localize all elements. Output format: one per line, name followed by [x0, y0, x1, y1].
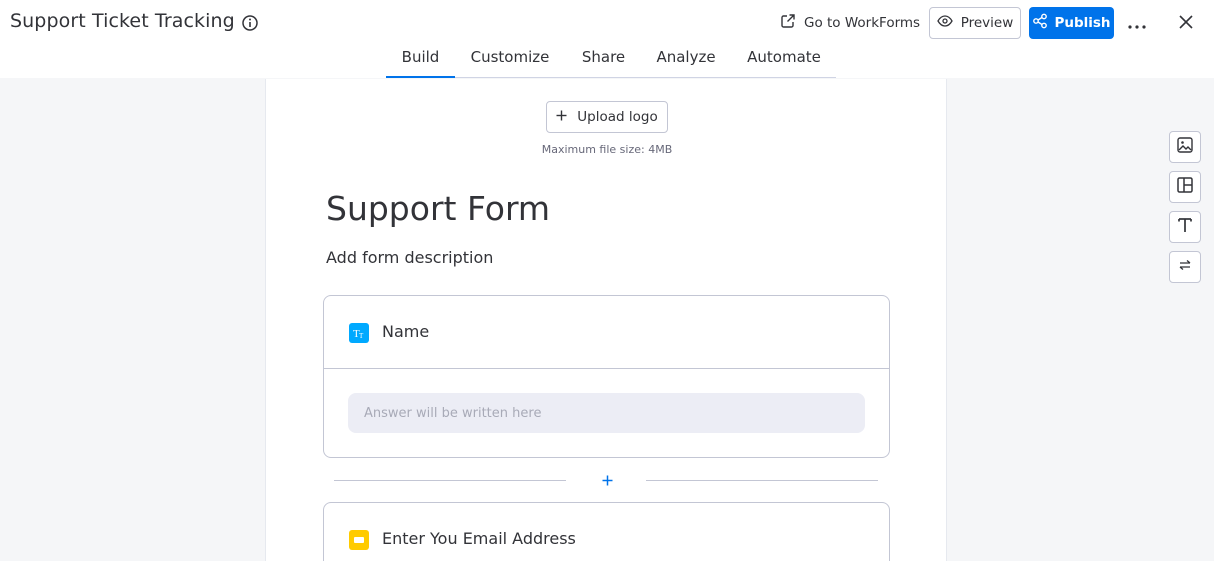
share-nodes-icon — [1032, 13, 1048, 33]
tab-customize[interactable]: Customize — [464, 44, 556, 78]
email-icon — [349, 530, 369, 550]
answer-input[interactable] — [348, 393, 865, 433]
plus-icon — [556, 109, 567, 125]
tab-automate[interactable]: Automate — [742, 44, 826, 78]
divider-left — [334, 480, 566, 481]
layout-tool[interactable] — [1169, 171, 1201, 203]
publish-label: Publish — [1054, 15, 1111, 31]
question-card-email[interactable]: Enter You Email Address — [323, 502, 890, 561]
question-card-name[interactable]: T T Name — [323, 295, 890, 458]
close-icon — [1179, 14, 1193, 33]
more-icon — [1128, 14, 1146, 33]
upload-logo-label: Upload logo — [577, 109, 658, 125]
swap-tool[interactable] — [1169, 251, 1201, 283]
image-icon — [1176, 136, 1194, 158]
form-description[interactable]: Add form description — [326, 248, 493, 267]
tab-share[interactable]: Share — [571, 44, 636, 78]
eye-icon — [936, 15, 953, 31]
go-to-workforms-label: Go to WorkForms — [804, 15, 921, 31]
tab-analyze[interactable]: Analyze — [651, 44, 721, 78]
more-options-button[interactable] — [1126, 12, 1148, 34]
question-header: Enter You Email Address — [324, 503, 889, 561]
layout-icon — [1176, 176, 1194, 198]
close-button[interactable] — [1175, 12, 1197, 34]
plus-icon — [602, 471, 613, 490]
text-icon — [1176, 216, 1194, 238]
text-type-icon: T T — [349, 323, 369, 343]
swap-icon — [1177, 257, 1193, 277]
info-icon[interactable] — [241, 14, 259, 32]
preview-label: Preview — [960, 15, 1014, 31]
form-canvas: Upload logo Maximum file size: 4MB Suppo… — [265, 79, 947, 561]
upload-logo-button[interactable]: Upload logo — [546, 101, 668, 133]
text-style-tool[interactable] — [1169, 211, 1201, 243]
background-image-tool[interactable] — [1169, 131, 1201, 163]
upload-size-note: Maximum file size: 4MB — [541, 143, 673, 156]
question-label[interactable]: Name — [382, 322, 429, 341]
top-header: Support Ticket Tracking Go to WorkForms … — [0, 0, 1214, 78]
svg-text:T: T — [359, 332, 364, 340]
question-label[interactable]: Enter You Email Address — [382, 529, 576, 548]
publish-button[interactable]: Publish — [1029, 7, 1114, 39]
preview-button[interactable]: Preview — [929, 7, 1021, 39]
go-to-workforms-link[interactable]: Go to WorkForms — [780, 12, 920, 34]
board-title: Support Ticket Tracking — [10, 10, 235, 32]
external-link-icon — [780, 13, 796, 33]
form-title[interactable]: Support Form — [326, 189, 550, 228]
question-header: T T Name — [324, 296, 889, 369]
add-question-button[interactable] — [596, 469, 618, 491]
tab-bar: Build Customize Share Analyze Automate — [386, 44, 836, 78]
tab-build[interactable]: Build — [386, 44, 455, 78]
divider-right — [646, 480, 878, 481]
